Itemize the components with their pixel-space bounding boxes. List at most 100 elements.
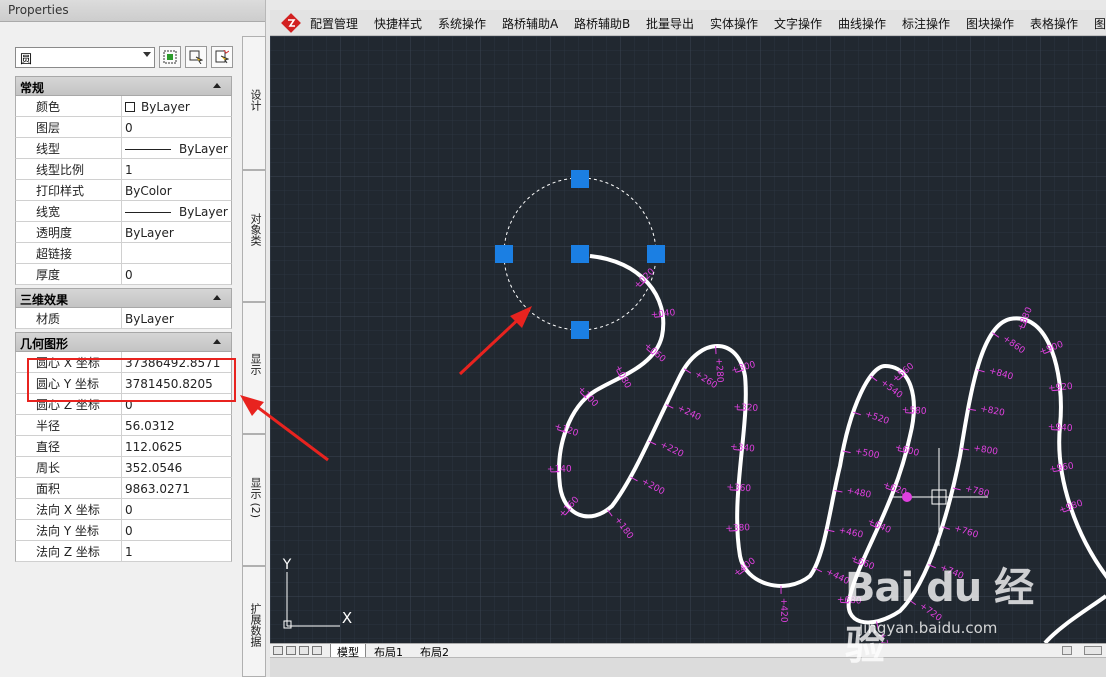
side-tab-design[interactable]: 设计 xyxy=(242,36,266,170)
section-3d-effects[interactable]: 三维效果 xyxy=(15,288,232,308)
prop-row-plotstyle[interactable]: 打印样式 ByColor xyxy=(15,180,232,201)
select-objects-button[interactable] xyxy=(185,46,207,68)
prop-row-material[interactable]: 材质 ByLayer xyxy=(15,308,232,329)
watermark-url: jingyan.baidu.com xyxy=(859,619,998,637)
menu-batch-export[interactable]: 批量导出 xyxy=(646,15,694,32)
drawing-canvas[interactable]: +020 +040 +060 +080 +100 +120 +140 +160 +180 +200… xyxy=(270,36,1106,643)
prop-name: 半径 xyxy=(16,415,122,435)
prop-row-normal-x[interactable]: 法向 X 坐标 0 xyxy=(15,499,232,520)
pickadd-icon xyxy=(163,50,177,64)
side-tab-object[interactable]: 对象类 xyxy=(242,170,266,302)
prop-row-normal-z[interactable]: 法向 Z 坐标 1 xyxy=(15,541,232,562)
menu-road-bridge-a[interactable]: 路桥辅助A xyxy=(502,15,558,32)
tab-nav-prev-button[interactable] xyxy=(286,646,296,655)
object-type-select[interactable]: 圆 xyxy=(15,47,155,68)
prop-row-area[interactable]: 面积 9863.0271 xyxy=(15,478,232,499)
tab-nav-last-button[interactable] xyxy=(312,646,322,655)
station-label: +940 xyxy=(1047,422,1073,434)
menu-table[interactable]: 表格操作 xyxy=(1030,15,1078,32)
prop-row-transparency[interactable]: 透明度 ByLayer xyxy=(15,222,232,243)
select-objects-icon xyxy=(189,50,203,64)
section-general[interactable]: 常规 xyxy=(15,76,232,96)
menu-system[interactable]: 系统操作 xyxy=(438,15,486,32)
prop-name: 法向 X 坐标 xyxy=(16,499,122,519)
prop-name: 面积 xyxy=(16,478,122,498)
ucs-x-label: X xyxy=(342,609,352,627)
prop-value: 0 xyxy=(125,268,133,282)
prop-name: 厚度 xyxy=(16,264,122,284)
prop-row-center-x[interactable]: 圆心 X 坐标 37386492.8571 xyxy=(15,352,232,373)
object-selector-row: 圆 xyxy=(15,46,239,70)
color-swatch-icon xyxy=(125,102,135,112)
prop-name: 颜色 xyxy=(16,96,122,116)
prop-name: 圆心 Y 坐标 xyxy=(16,373,122,393)
prop-row-circumference[interactable]: 周长 352.0546 xyxy=(15,457,232,478)
menu-quick-style[interactable]: 快捷样式 xyxy=(374,15,422,32)
prop-value: ByLayer xyxy=(179,205,228,219)
annotation-arrow-panel xyxy=(240,395,329,462)
grip-center[interactable] xyxy=(571,245,589,263)
prop-row-color[interactable]: 颜色 ByLayer xyxy=(15,96,232,117)
prop-row-layer[interactable]: 图层 0 xyxy=(15,117,232,138)
prop-row-thickness[interactable]: 厚度 0 xyxy=(15,264,232,285)
quick-select-icon xyxy=(215,50,229,64)
property-grid: 常规 颜色 ByLayer 图层 0 线型 ByLayer 线型比例 1 打印样… xyxy=(15,76,232,562)
side-tab-xdata[interactable]: 扩展数据 xyxy=(242,566,266,677)
prop-name: 直径 xyxy=(16,436,122,456)
prop-value: ByLayer xyxy=(179,142,228,156)
prop-name: 打印样式 xyxy=(16,180,122,200)
prop-name: 线型 xyxy=(16,138,122,158)
prop-name: 线宽 xyxy=(16,201,122,221)
menu-entity[interactable]: 实体操作 xyxy=(710,15,758,32)
prop-row-linetype-scale[interactable]: 线型比例 1 xyxy=(15,159,232,180)
station-label: +320 xyxy=(733,403,759,414)
prop-name: 圆心 X 坐标 xyxy=(16,352,122,372)
prop-value: 1 xyxy=(125,545,133,559)
station-label: +420 xyxy=(778,598,788,623)
menu-curve[interactable]: 曲线操作 xyxy=(838,15,886,32)
prop-row-linetype[interactable]: 线型 ByLayer xyxy=(15,138,232,159)
station-label: +360 xyxy=(726,483,752,495)
prop-value: 9863.0271 xyxy=(125,482,190,496)
prop-row-center-z[interactable]: 圆心 Z 坐标 0 xyxy=(15,394,232,415)
prop-row-hyperlink[interactable]: 超链接 xyxy=(15,243,232,264)
section-3d-title: 三维效果 xyxy=(20,293,69,307)
properties-title: Properties xyxy=(0,0,265,22)
menu-text[interactable]: 文字操作 xyxy=(774,15,822,32)
prop-name: 法向 Y 坐标 xyxy=(16,520,122,540)
prop-row-normal-y[interactable]: 法向 Y 坐标 0 xyxy=(15,520,232,541)
prop-value: 352.0546 xyxy=(125,461,183,475)
prop-row-diameter[interactable]: 直径 112.0625 xyxy=(15,436,232,457)
menu-config[interactable]: 配置管理 xyxy=(310,15,358,32)
side-tab-label: 显示 (2) xyxy=(249,477,262,519)
prop-value: 3781450.8205 xyxy=(125,377,213,391)
tab-nav-next-button[interactable] xyxy=(299,646,309,655)
hscroll-left-button[interactable] xyxy=(1062,646,1072,655)
quick-select-button[interactable] xyxy=(211,46,233,68)
grip-quadrant-top[interactable] xyxy=(571,170,589,188)
prop-value: 0 xyxy=(125,121,133,135)
grip-quadrant-left[interactable] xyxy=(495,245,513,263)
toggle-pickadd-button[interactable] xyxy=(159,46,181,68)
prop-value: ByLayer xyxy=(125,226,174,240)
menu-dimension[interactable]: 标注操作 xyxy=(902,15,950,32)
prop-row-center-y[interactable]: 圆心 Y 坐标 3781450.8205 xyxy=(15,373,232,394)
tab-nav-first-button[interactable] xyxy=(273,646,283,655)
side-tab-label: 对象类 xyxy=(249,213,262,246)
app-logo-icon xyxy=(281,13,301,33)
section-general-title: 常规 xyxy=(20,81,45,95)
prop-name: 透明度 xyxy=(16,222,122,242)
prop-value: ByLayer xyxy=(141,100,190,114)
menu-block[interactable]: 图块操作 xyxy=(966,15,1014,32)
grip-quadrant-right[interactable] xyxy=(647,245,665,263)
grip-quadrant-bottom[interactable] xyxy=(571,321,589,339)
menu-more[interactable]: 图 xyxy=(1094,15,1106,32)
menu-road-bridge-b[interactable]: 路桥辅助B xyxy=(574,15,630,32)
prop-row-lineweight[interactable]: 线宽 ByLayer xyxy=(15,201,232,222)
chevron-down-icon xyxy=(143,52,151,57)
side-tab-label: 显示 xyxy=(249,353,262,375)
hscroll-thumb[interactable] xyxy=(1084,646,1102,655)
section-geometry[interactable]: 几何图形 xyxy=(15,332,232,352)
watermark-brand: Bai du 经验 xyxy=(845,565,1034,669)
prop-row-radius[interactable]: 半径 56.0312 xyxy=(15,415,232,436)
